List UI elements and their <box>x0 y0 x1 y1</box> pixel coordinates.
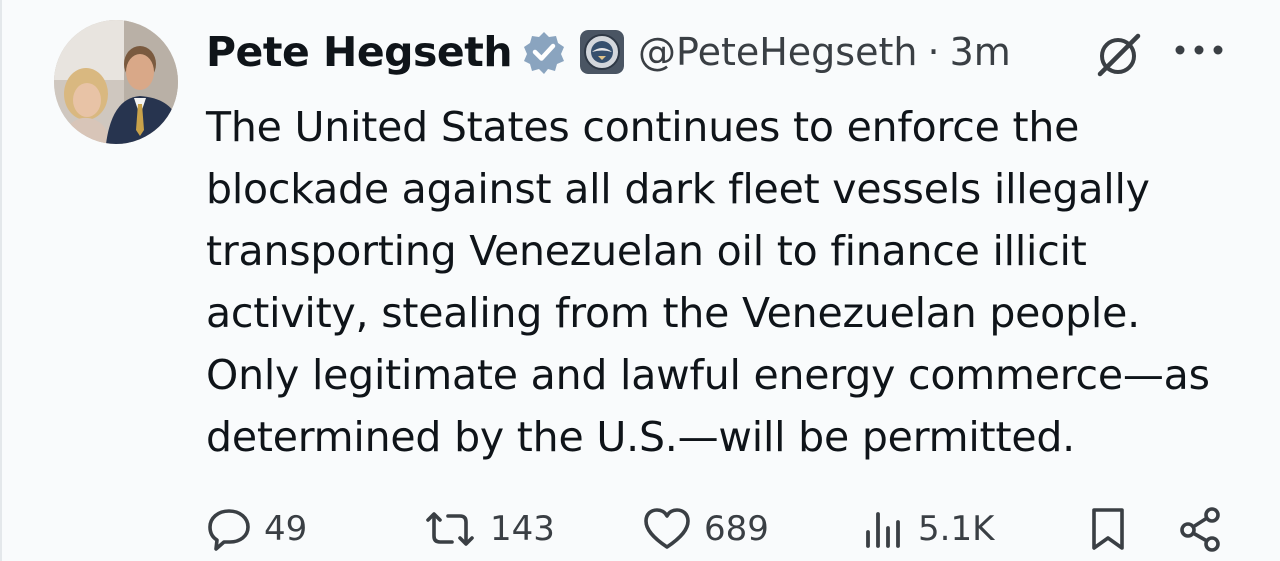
verified-badge-icon[interactable] <box>522 30 566 74</box>
like-count: 689 <box>704 509 769 549</box>
avatar[interactable] <box>54 20 178 144</box>
reply-count: 49 <box>264 509 308 549</box>
share-icon <box>1180 507 1220 552</box>
tweet-header: Pete Hegseth @PeteHegseth · 3m <box>206 22 1011 82</box>
avatar-image <box>54 20 178 144</box>
views-count: 5.1K <box>918 509 995 549</box>
bookmark-button[interactable] <box>1088 506 1128 552</box>
reply-icon <box>208 509 250 551</box>
repost-button[interactable]: 143 <box>422 506 555 552</box>
action-bar: 49 143 689 5.1K <box>2 500 1280 560</box>
views-icon <box>866 512 900 548</box>
grok-icon[interactable] <box>1094 30 1144 80</box>
separator-dot: · <box>927 30 940 74</box>
views-button[interactable]: 5.1K <box>862 506 994 552</box>
like-button[interactable]: 689 <box>642 506 769 552</box>
department-seal-icon[interactable] <box>580 30 625 74</box>
repost-count: 143 <box>490 509 555 549</box>
tweet-time[interactable]: 3m <box>950 30 1011 74</box>
tweet-card[interactable]: Pete Hegseth @PeteHegseth · 3m The Unite… <box>0 0 1280 561</box>
heart-icon <box>644 508 690 549</box>
tweet-text: The United States continues to enforce t… <box>206 103 1210 461</box>
share-button[interactable] <box>1176 506 1226 552</box>
repost-icon <box>426 512 474 546</box>
bookmark-icon <box>1092 508 1124 550</box>
more-icon[interactable] <box>1172 38 1226 62</box>
author-name[interactable]: Pete Hegseth <box>206 28 513 76</box>
author-handle[interactable]: @PeteHegseth <box>638 30 917 74</box>
reply-button[interactable]: 49 <box>206 506 307 552</box>
